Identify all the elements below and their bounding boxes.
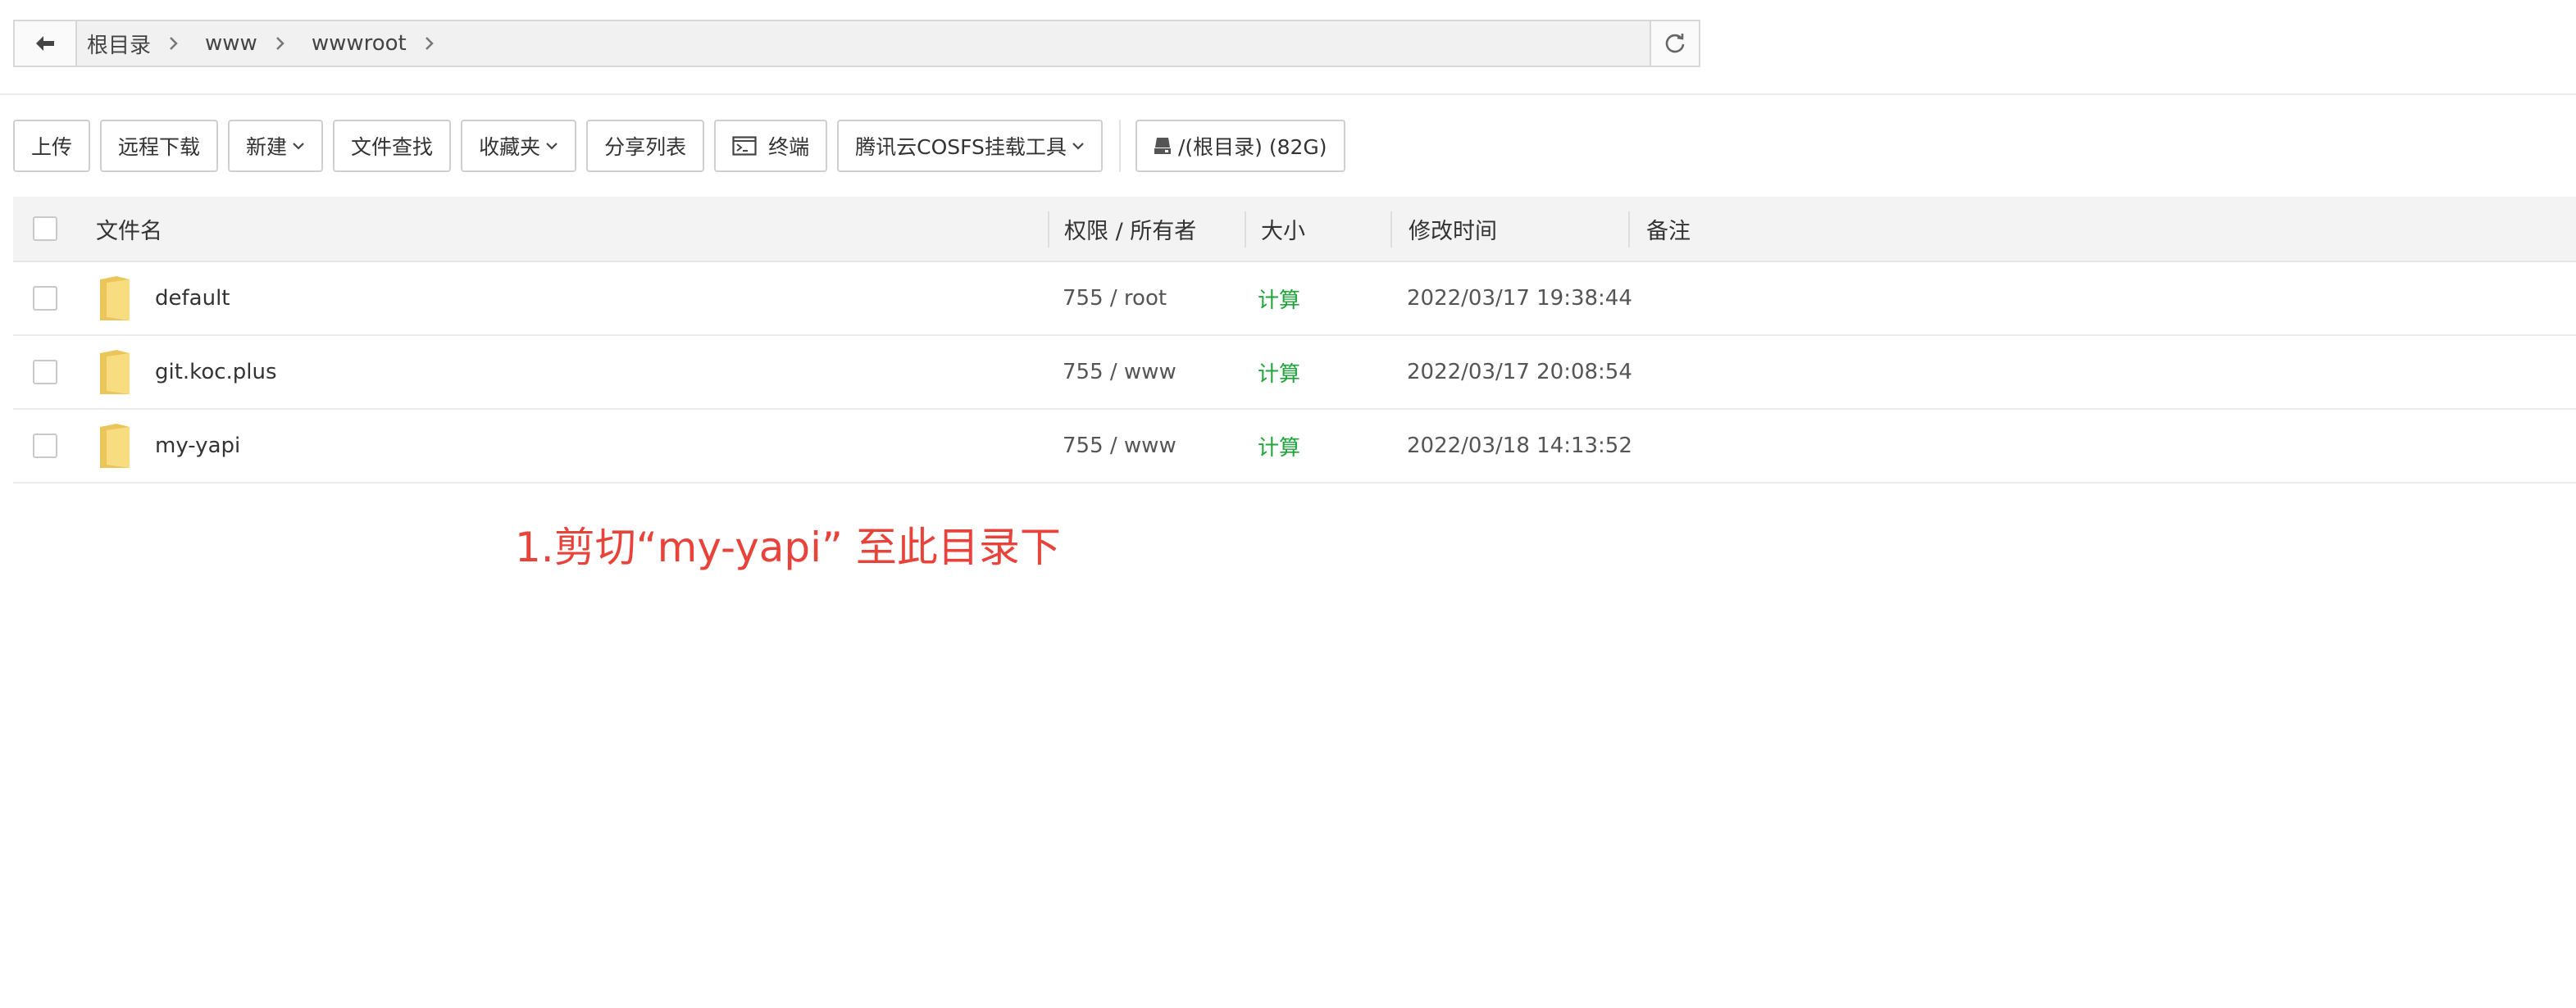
folder-icon xyxy=(98,336,131,408)
file-search-button[interactable]: 文件查找 xyxy=(333,120,452,172)
column-header-mtime[interactable]: 修改时间 xyxy=(1409,197,1497,261)
row-checkbox-cell xyxy=(33,410,57,482)
favorites-dropdown-button[interactable]: 收藏夹 xyxy=(461,120,577,172)
disk-button[interactable]: /(根目录) (82G) xyxy=(1135,120,1345,172)
mtime-value: 2022/03/17 20:08:54 xyxy=(1407,360,1632,384)
folder-icon xyxy=(98,410,131,482)
table-row[interactable]: git.koc.plus 755 / www 计算 2022/03/17 20:… xyxy=(13,336,2576,410)
chevron-right-icon xyxy=(425,36,435,51)
column-divider xyxy=(1390,211,1392,247)
chevron-down-icon xyxy=(1072,141,1085,151)
column-header-name[interactable]: 文件名 xyxy=(96,197,162,261)
divider xyxy=(0,93,2576,95)
arrow-left-icon xyxy=(36,36,54,51)
row-checkbox-cell xyxy=(33,262,57,334)
remote-download-button[interactable]: 远程下载 xyxy=(100,120,219,172)
chevron-right-icon xyxy=(169,36,179,51)
size-calculate-link[interactable]: 计算 xyxy=(1258,336,1300,408)
row-checkbox[interactable] xyxy=(33,286,57,311)
select-all-checkbox[interactable] xyxy=(33,216,57,241)
column-header-permission[interactable]: 权限 / 所有者 xyxy=(1064,197,1196,261)
select-all-checkbox-cell xyxy=(33,197,57,261)
folder-icon xyxy=(98,262,131,334)
breadcrumb: 根目录 www wwwroot xyxy=(77,21,1650,66)
hard-drive-icon xyxy=(1154,136,1172,156)
table-row[interactable]: default 755 / root 计算 2022/03/17 19:38:4… xyxy=(13,262,2576,336)
row-checkbox[interactable] xyxy=(33,360,57,384)
column-divider xyxy=(1245,211,1246,247)
chevron-right-icon xyxy=(275,36,285,51)
size-calculate-link[interactable]: 计算 xyxy=(1258,262,1300,334)
toolbar-divider xyxy=(1118,120,1121,172)
annotation-text: 1.剪切“my-yapi” 至此目录下 xyxy=(515,524,1061,571)
row-checkbox-cell xyxy=(33,336,57,408)
new-dropdown-button[interactable]: 新建 xyxy=(228,120,324,172)
table-row[interactable]: my-yapi 755 / www 计算 2022/03/18 14:13:52 xyxy=(13,410,2576,484)
size-calculate-link[interactable]: 计算 xyxy=(1258,410,1300,482)
file-name-link[interactable]: my-yapi xyxy=(155,410,240,482)
permission-link[interactable]: 755 / www xyxy=(1063,410,1176,482)
mtime-value: 2022/03/18 14:13:52 xyxy=(1407,434,1632,458)
toolbar: 上传 远程下载 新建 文件查找 收藏夹 分享列表 终端 腾讯云COSFS挂载工具 xyxy=(13,120,1355,172)
refresh-icon xyxy=(1665,34,1685,53)
file-name-link[interactable]: default xyxy=(155,262,230,334)
terminal-button[interactable]: 终端 xyxy=(714,120,828,172)
back-button[interactable] xyxy=(15,21,77,66)
row-checkbox[interactable] xyxy=(33,434,57,458)
breadcrumb-item-wwwroot[interactable]: wwwroot xyxy=(312,31,461,56)
table-header: 文件名 权限 / 所有者 大小 修改时间 备注 xyxy=(13,197,2576,262)
breadcrumb-item-root[interactable]: 根目录 xyxy=(87,29,205,59)
upload-button[interactable]: 上传 xyxy=(13,120,91,172)
column-divider xyxy=(1628,211,1630,247)
column-header-remark[interactable]: 备注 xyxy=(1646,197,1691,261)
file-name-link[interactable]: git.koc.plus xyxy=(155,336,277,408)
permission-link[interactable]: 755 / www xyxy=(1063,336,1176,408)
permission-link[interactable]: 755 / root xyxy=(1063,262,1167,334)
share-list-button[interactable]: 分享列表 xyxy=(586,120,705,172)
cosfs-tool-dropdown-button[interactable]: 腾讯云COSFS挂载工具 xyxy=(837,120,1103,172)
mtime-value: 2022/03/17 19:38:44 xyxy=(1407,286,1632,311)
chevron-down-icon xyxy=(292,141,305,151)
column-header-size[interactable]: 大小 xyxy=(1261,197,1305,261)
path-bar: 根目录 www wwwroot xyxy=(13,20,1700,67)
breadcrumb-item-www[interactable]: www xyxy=(205,31,312,56)
refresh-button[interactable] xyxy=(1650,21,1699,66)
chevron-down-icon xyxy=(545,141,558,151)
column-divider xyxy=(1048,211,1049,247)
terminal-icon xyxy=(732,136,757,156)
